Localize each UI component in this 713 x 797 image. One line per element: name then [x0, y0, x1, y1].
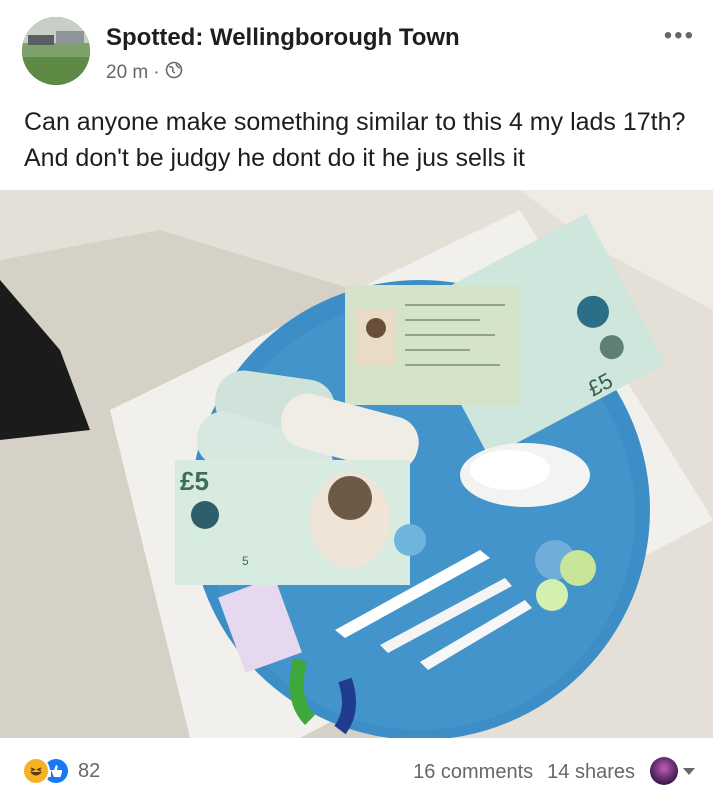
globe-icon: [165, 61, 183, 85]
note-value-small: 5: [242, 554, 249, 568]
post-timestamp[interactable]: 20 m: [106, 62, 148, 84]
reaction-summary[interactable]: 82: [22, 757, 100, 785]
more-options-icon[interactable]: •••: [664, 22, 695, 50]
meta-separator: ·: [153, 62, 160, 83]
post-photo[interactable]: £5 £5 5: [0, 190, 713, 738]
viewer-selector[interactable]: [650, 757, 695, 785]
group-name-link[interactable]: Spotted: Wellingborough Town: [106, 24, 460, 52]
post-header: Spotted: Wellingborough Town 20 m · •••: [0, 0, 713, 95]
comments-count-link[interactable]: 16 comments: [413, 761, 533, 784]
post-footer: 82 16 comments 14 shares: [0, 740, 713, 797]
shares-count-link[interactable]: 14 shares: [547, 761, 635, 784]
viewer-avatar-icon: [650, 757, 678, 785]
post-stats: 16 comments 14 shares: [413, 761, 635, 784]
post-text: Can anyone make something similar to thi…: [24, 108, 686, 172]
note-value-label: £5: [180, 466, 209, 496]
haha-reaction-icon: [22, 757, 50, 785]
group-avatar[interactable]: [22, 17, 90, 85]
chevron-down-icon: [683, 767, 695, 775]
post-meta: 20 m ·: [106, 61, 183, 85]
reaction-count: 82: [78, 759, 101, 782]
